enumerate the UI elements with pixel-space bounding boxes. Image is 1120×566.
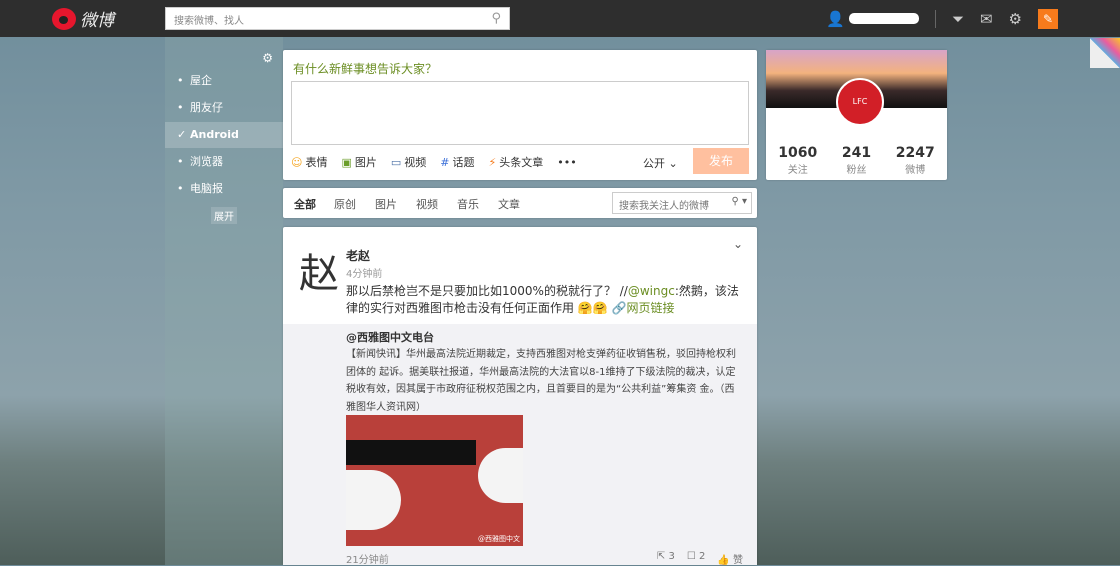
web-link[interactable]: 🔗网页链接 — [612, 301, 675, 315]
nav-item-diannaobao[interactable]: 电脑报 — [165, 176, 283, 202]
compose-icon[interactable]: ✎ — [1038, 8, 1058, 29]
user-icon[interactable]: 👤 — [826, 10, 845, 28]
hash-icon: # — [440, 156, 450, 169]
brand-text: 微博 — [80, 11, 114, 31]
nav-item-pengyouzai[interactable]: 朋友仔 — [165, 95, 283, 121]
post-text: 那以后禁枪岂不是只要加比如1000%的税就行了？ //@wingc:然鹅，该法律… — [346, 284, 739, 315]
top-bar: 微博 搜索微博、找人 ⚲ 👤 ⏷ ✉ ⚙ ✎ — [0, 0, 1120, 37]
image-watermark: @西雅图中文 — [478, 535, 520, 543]
stat-followers[interactable]: 241 粉丝 — [842, 145, 871, 176]
filter-icon[interactable]: ⏷ — [952, 10, 964, 28]
like-button[interactable]: 👍 赞 — [717, 551, 743, 566]
stat-following[interactable]: 1060 关注 — [778, 145, 817, 176]
divider — [934, 9, 936, 28]
post-image[interactable]: @西雅图中文 — [346, 415, 523, 546]
nav-item-wuqi[interactable]: 屋企 — [165, 68, 283, 94]
feed-search-input[interactable]: 搜索我关注人的微博 ⚲ ▾ — [612, 192, 752, 214]
repost-button[interactable]: ⇱ 3 — [657, 551, 675, 566]
page-corner-fold[interactable] — [1090, 38, 1120, 68]
nav-item-browser[interactable]: 浏览器 — [165, 149, 283, 175]
emoji-button[interactable]: ☺ 表情 — [291, 154, 327, 170]
article-button[interactable]: ⚡ 头条文章 — [489, 154, 544, 170]
username-redacted[interactable] — [848, 13, 919, 24]
repost-time[interactable]: 21分钟前 — [346, 551, 389, 566]
post-time[interactable]: 4分钟前 — [346, 265, 382, 280]
tab-article[interactable]: 文章 — [498, 196, 520, 212]
post-avatar[interactable]: 赵 — [299, 241, 339, 299]
search-icon[interactable]: ⚲ — [491, 11, 501, 26]
search-placeholder: 搜索微博、找人 — [174, 16, 244, 27]
repost-text: 【新闻快讯】华州最高法院近期裁定，支持西雅图对枪支弹药征收销售税，驳回持枪权利团… — [346, 349, 736, 413]
publish-prompt: 有什么新鲜事想告诉大家？ — [293, 62, 438, 76]
image-button[interactable]: ▣ 图片 — [341, 154, 376, 170]
mention-link[interactable]: @wingc — [628, 284, 675, 298]
image-icon: ▣ — [341, 156, 352, 169]
weibo-logo[interactable]: 微博 — [52, 6, 114, 31]
publish-box: 有什么新鲜事想告诉大家？ ☺ 表情 ▣ 图片 ▭ 视频 # 话题 ⚡ 头条文章 ••• 公… — [283, 50, 757, 180]
repost-username[interactable]: @西雅图中文电台 — [346, 329, 434, 345]
tab-video[interactable]: 视频 — [416, 196, 438, 212]
topic-button[interactable]: # 话题 — [440, 154, 474, 170]
smile-icon: ☺ — [291, 156, 303, 169]
tab-images[interactable]: 图片 — [375, 196, 397, 212]
feed-post: 赵 老赵 4分钟前 ⌄ 那以后禁枪岂不是只要加比如1000%的税就行了？ //@… — [283, 227, 757, 566]
expand-button[interactable]: 展开 — [211, 207, 237, 224]
feed-tabs: 全部 原创 图片 视频 音乐 文章 搜索我关注人的微博 ⚲ ▾ — [283, 188, 757, 218]
weibo-eye-icon — [52, 7, 76, 30]
tab-music[interactable]: 音乐 — [457, 196, 479, 212]
visibility-dropdown[interactable]: 公开 ⌄ — [643, 155, 678, 171]
publish-textarea[interactable] — [291, 81, 749, 145]
tab-original[interactable]: 原创 — [334, 196, 356, 212]
message-icon[interactable]: ✉ — [980, 10, 993, 28]
profile-card: LFC 1060 关注 241 粉丝 2247 微博 — [766, 50, 947, 180]
search-input[interactable]: 搜索微博、找人 ⚲ — [165, 7, 510, 30]
left-nav: ⚙ 屋企 朋友仔 Android 浏览器 电脑报 展开 — [165, 37, 283, 565]
nav-item-android[interactable]: Android — [165, 122, 283, 148]
tab-all[interactable]: 全部 — [294, 196, 316, 212]
stat-posts[interactable]: 2247 微博 — [896, 145, 935, 176]
chevron-down-icon[interactable]: ⌄ — [733, 237, 743, 251]
comment-button[interactable]: ☐ 2 — [687, 551, 706, 566]
more-button[interactable]: ••• — [557, 156, 576, 169]
video-button[interactable]: ▭ 视频 — [391, 154, 426, 170]
gear-icon[interactable]: ⚙ — [1009, 10, 1022, 28]
lightning-icon: ⚡ — [488, 156, 497, 169]
post-username[interactable]: 老赵 — [346, 247, 370, 264]
nav-settings-icon[interactable]: ⚙ — [262, 51, 273, 65]
publish-button[interactable]: 发布 — [693, 148, 749, 174]
search-dropdown-icon[interactable]: ⚲ ▾ — [731, 196, 747, 207]
profile-avatar[interactable]: LFC — [836, 78, 884, 126]
video-icon: ▭ — [390, 156, 402, 169]
reposted-content: @西雅图中文电台 【新闻快讯】华州最高法院近期裁定，支持西雅图对枪支弹药征收销售… — [283, 324, 757, 566]
